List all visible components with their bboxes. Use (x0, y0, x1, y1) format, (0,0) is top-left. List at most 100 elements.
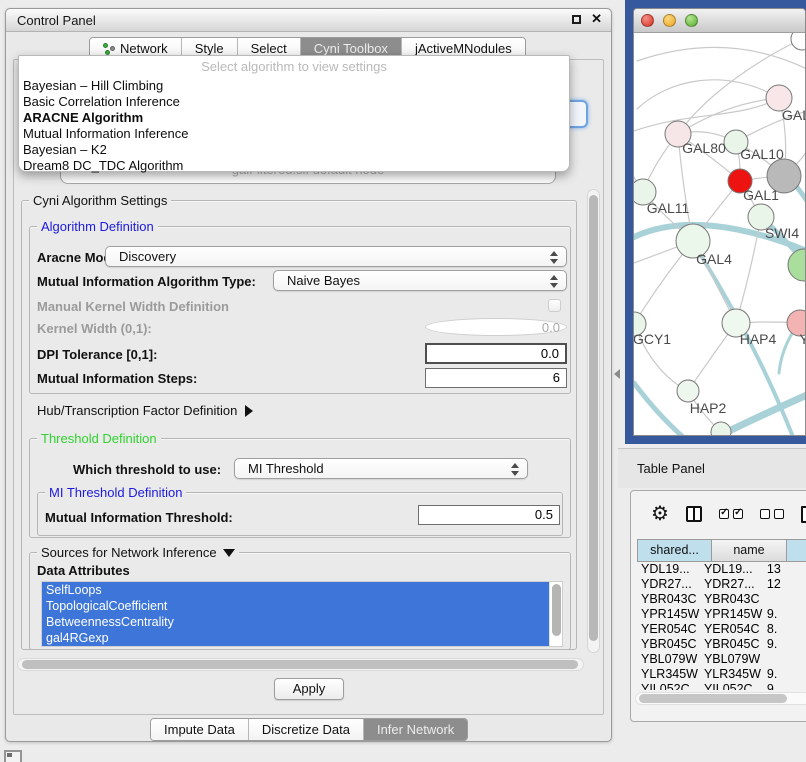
tab-label: Discretize Data (262, 722, 350, 737)
settings-vscroll-thumb[interactable] (589, 195, 598, 641)
algorithm-option[interactable]: Mutual Information Inference (19, 126, 569, 142)
network-node[interactable] (677, 380, 699, 402)
attr-list-scrollbar[interactable] (549, 582, 562, 646)
node-label: GAL4 (696, 251, 732, 267)
split-columns-icon[interactable] (686, 506, 702, 522)
algorithm-option[interactable]: Dream8 DC_TDC Algorithm (19, 158, 569, 174)
table-row[interactable]: YLR345WYLR345W9. (637, 667, 806, 682)
node-label: GAL11 (647, 200, 690, 216)
data-attribute-item[interactable]: gal4RGexp (42, 630, 562, 646)
network-edge[interactable] (637, 80, 779, 109)
column-header[interactable]: name (712, 539, 787, 562)
mi-type-combo[interactable]: Naive Bayes (273, 270, 567, 291)
cyni-mode-tabs: Impute Data Discretize Data Infer Network (150, 718, 468, 741)
table-cell: YBR043C (637, 592, 700, 607)
network-window-titlebar[interactable] (634, 9, 805, 33)
node-label: GAL (782, 107, 806, 123)
mode-tab-impute-data[interactable]: Impute Data (151, 719, 248, 740)
table-header-row: shared...name (637, 539, 806, 562)
aracne-mode-value: Discovery (119, 249, 176, 264)
network-canvas[interactable]: GALGAL80GAL10GAL1GAL11SWI4GAL4GCY1HAP4YH… (634, 33, 806, 436)
column-header[interactable]: shared... (637, 539, 712, 562)
deselect-all-icon[interactable] (760, 509, 784, 519)
table-cell: YPR145W (700, 607, 763, 622)
which-threshold-value: MI Threshold (248, 461, 324, 476)
table-horizontal-scrollbar[interactable] (635, 692, 806, 705)
checked-box-icon (719, 509, 729, 519)
mode-tab-discretize-data[interactable]: Discretize Data (248, 719, 363, 740)
node-label: SWI4 (765, 225, 799, 241)
document-icon[interactable] (801, 506, 806, 523)
network-edge[interactable] (634, 383, 683, 436)
disclosure-expanded-icon (223, 549, 235, 557)
data-attribute-item[interactable]: SelfLoops (42, 582, 562, 598)
hub-tf-disclosure[interactable]: Hub/Transcription Factor Definition (37, 403, 253, 418)
table-row[interactable]: YPR145WYPR145W9. (637, 607, 806, 622)
stepper-arrows-icon (511, 463, 519, 476)
control-panel-titlebar[interactable]: Control Panel (6, 9, 611, 32)
data-attributes-list[interactable]: SelfLoopsTopologicalCoefficientBetweenne… (41, 581, 563, 647)
table-row[interactable]: YBR043CYBR043C (637, 592, 806, 607)
table-cell: YLR345W (637, 667, 700, 682)
mi-threshold-field[interactable]: 0.5 (418, 505, 560, 525)
table-cell: YDR27... (700, 577, 763, 592)
network-node[interactable] (791, 33, 806, 50)
table-cell: 9. (763, 682, 806, 690)
manual-kernel-checkbox[interactable] (548, 299, 561, 312)
table-row[interactable]: YBL079WYBL079W (637, 652, 806, 667)
mi-threshold-group-title: MI Threshold Definition (45, 485, 186, 500)
which-threshold-combo[interactable]: MI Threshold (234, 458, 528, 479)
tab-label: Infer Network (377, 722, 454, 737)
close-icon[interactable] (591, 11, 602, 27)
table-cell (763, 592, 806, 607)
apply-button[interactable]: Apply (274, 678, 344, 700)
settings-horizontal-scrollbar[interactable] (17, 658, 584, 671)
table-cell: YBR045C (637, 637, 700, 652)
table-cell: 12 (763, 577, 806, 592)
algorithm-option[interactable]: Bayesian – Hill Climbing (19, 78, 569, 94)
algorithm-combo-placeholder: Select algorithm to view settings (19, 56, 569, 78)
table-panel-title: Table Panel (637, 461, 705, 476)
sources-disclosure[interactable]: Sources for Network Inference (37, 545, 239, 560)
splitter-collapse-icon[interactable] (614, 369, 620, 379)
tab-label: Style (195, 41, 224, 56)
data-attribute-item[interactable]: TopologicalCoefficient (42, 598, 562, 614)
mi-steps-field[interactable]: 6 (425, 368, 567, 388)
settings-vertical-scrollbar[interactable] (587, 189, 600, 653)
close-traffic-light-icon[interactable] (641, 14, 654, 27)
settings-hscroll-thumb[interactable] (22, 660, 578, 669)
node-label: Y (799, 331, 806, 347)
data-attribute-item[interactable]: BetweennessCentrality (42, 614, 562, 630)
zoom-traffic-light-icon[interactable] (685, 14, 698, 27)
minimize-traffic-light-icon[interactable] (663, 14, 676, 27)
table-row[interactable]: YIL052CYIL052C9. (637, 682, 806, 690)
table-row[interactable]: YER054CYER054C8. (637, 622, 806, 637)
column-header[interactable] (787, 539, 806, 562)
table-row[interactable]: YDR27...YDR27...12 (637, 577, 806, 592)
sources-title: Sources for Network Inference (41, 545, 217, 560)
mode-tab-infer-network[interactable]: Infer Network (363, 719, 467, 740)
network-edge[interactable] (634, 98, 779, 131)
kernel-width-field[interactable]: 0.0 (425, 318, 567, 336)
select-all-icon[interactable] (719, 509, 743, 519)
algorithm-option[interactable]: Basic Correlation Inference (19, 94, 569, 110)
algorithm-option[interactable]: ARACNE Algorithm (19, 110, 569, 126)
mi-threshold-label: Mutual Information Threshold: (45, 510, 233, 525)
unchecked-box-icon (760, 509, 770, 519)
network-node[interactable] (788, 249, 806, 281)
table-row[interactable]: YBR045CYBR045C9. (637, 637, 806, 652)
dpi-tolerance-field[interactable]: 0.0 (425, 343, 567, 364)
float-panel-icon[interactable] (572, 15, 581, 24)
stepper-arrows-icon (550, 275, 558, 288)
algorithm-option[interactable]: Bayesian – K2 (19, 142, 569, 158)
network-node[interactable] (711, 422, 731, 436)
table-hscroll-thumb[interactable] (639, 694, 787, 703)
attr-scrollbar-thumb[interactable] (552, 584, 561, 636)
table-row[interactable]: YDL19...YDL19...13 (637, 562, 806, 577)
aracne-mode-combo[interactable]: Discovery (105, 246, 567, 267)
tab-label: Cyni Toolbox (314, 41, 388, 56)
mi-type-value: Naive Bayes (287, 273, 360, 288)
settings-gear-icon[interactable] (651, 504, 669, 525)
minimized-panel-icon[interactable] (4, 750, 22, 762)
network-edge[interactable] (637, 47, 806, 69)
